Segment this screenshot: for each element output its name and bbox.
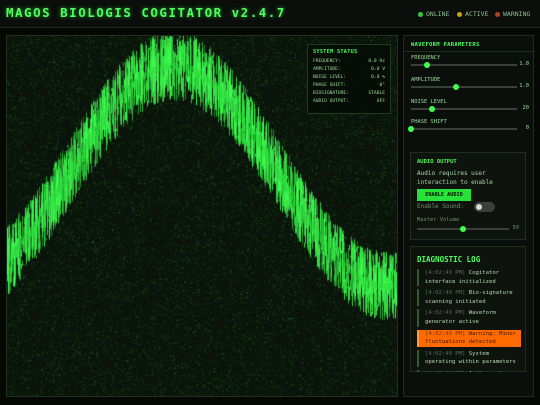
diagnostic-log-title: DIAGNOSTIC LOG [417, 255, 481, 264]
param-phase: PHASE SHIFT 0 [408, 119, 529, 132]
status-value: 0.0 % [371, 74, 385, 80]
system-status-overlay: SYSTEM STATUS FREQUENCY: 0.0 Hz AMPLITUDE… [307, 44, 391, 114]
app-title: MAGOS BIOLOGIS COGITATOR v2.4.7 [6, 5, 286, 20]
log-timestamp: [4:02:49 PM] [425, 330, 466, 337]
log-entry-warning: [4:02:49 PM] Warning: Minor fluctuations… [417, 329, 521, 347]
param-value: 1.0 [519, 61, 529, 67]
param-value: 1.0 [519, 83, 529, 89]
param-label: FREQUENCY [411, 55, 441, 61]
status-label: AMPLITUDE: [313, 66, 341, 72]
enable-sound-toggle[interactable] [474, 202, 495, 212]
status-row-frequency: FREQUENCY: 0.0 Hz [313, 58, 385, 66]
status-online: ONLINE [418, 10, 449, 18]
status-row-amplitude: AMPLITUDE: 0.0 V [313, 66, 385, 74]
warning-dot-icon [495, 11, 500, 17]
status-value: 0° [379, 82, 385, 88]
master-volume-slider[interactable] [417, 226, 509, 232]
status-active: ACTIVE [457, 10, 488, 18]
status-label: BIOSIGNATURE: [313, 90, 349, 96]
log-entry: [4:02:49 PM] Bio-signature scanning init… [417, 289, 521, 307]
log-text: Audio system [469, 371, 509, 372]
log-entry: [4:02:49 PM] System operating within par… [417, 349, 521, 367]
frequency-slider[interactable] [411, 62, 517, 68]
slider-thumb[interactable] [452, 84, 459, 90]
master-volume-label: Master Volume [417, 217, 460, 223]
audio-output-box: AUDIO OUTPUT Audio requires user interac… [410, 152, 526, 240]
enable-sound-label: Enable Sound: [417, 203, 464, 210]
status-value: 0.0 V [371, 66, 385, 72]
param-value: 20 [522, 105, 530, 111]
log-timestamp: [4:02:49 PM] [425, 310, 466, 317]
log-timestamp: [4:02:49 PM] [425, 350, 466, 357]
log-entry: [4:02:49 PM] Cogitator interface initial… [417, 269, 521, 287]
status-value: STABLE [368, 90, 385, 96]
noise-slider[interactable] [411, 106, 517, 112]
status-row-phase: PHASE SHIFT: 0° [313, 82, 385, 90]
param-label: NOISE LEVEL [411, 99, 447, 105]
toggle-knob [476, 204, 482, 210]
active-dot-icon [457, 11, 462, 17]
log-entry: [4:02:49 PM] Waveform generator active [417, 309, 521, 327]
status-row-biosignature: BIOSIGNATURE: STABLE [313, 90, 385, 98]
audio-output-title: AUDIO OUTPUT [417, 159, 457, 165]
phase-slider[interactable] [408, 126, 517, 132]
status-online-label: ONLINE [426, 10, 450, 18]
param-noise: NOISE LEVEL 20 [411, 99, 529, 112]
audio-message: Audio requires user interaction to enabl… [417, 170, 493, 186]
slider-thumb[interactable] [408, 126, 414, 132]
online-dot-icon [418, 11, 423, 17]
param-frequency: FREQUENCY 1.0 [411, 55, 529, 68]
status-value: OFF [376, 98, 385, 104]
log-entry: [4:02:49 PM] Audio system [417, 369, 521, 372]
amplitude-slider[interactable] [411, 84, 517, 90]
status-label: FREQUENCY: [313, 59, 341, 64]
log-timestamp: [4:02:49 PM] [425, 371, 465, 372]
log-list[interactable]: [4:02:49 PM] Cogitator interface initial… [417, 269, 521, 372]
slider-thumb[interactable] [460, 226, 466, 232]
status-warning: WARNING [495, 10, 530, 18]
system-status-title: SYSTEM STATUS [313, 49, 358, 55]
divider [404, 51, 533, 52]
header-bar: MAGOS BIOLOGIS COGITATOR v2.4.7 ONLINE A… [0, 0, 540, 28]
slider-thumb[interactable] [423, 62, 430, 68]
status-warning-label: WARNING [503, 10, 531, 18]
param-amplitude: AMPLITUDE 1.0 [411, 77, 529, 90]
param-value: 0 [525, 125, 529, 131]
status-active-label: ACTIVE [465, 10, 489, 18]
slider-thumb[interactable] [429, 106, 436, 112]
status-row-audio: AUDIO OUTPUT: OFF [313, 98, 385, 106]
waveform-parameters-title: WAVEFORM PARAMETERS [411, 42, 480, 48]
master-volume-value: 50 [512, 225, 520, 231]
log-timestamp: [4:02:49 PM] [425, 290, 466, 297]
waveform-display: SYSTEM STATUS FREQUENCY: 0.0 Hz AMPLITUDE… [6, 35, 398, 397]
enable-audio-button[interactable]: ENABLE AUDIO [417, 189, 471, 201]
status-label: PHASE SHIFT: [313, 82, 347, 88]
param-label: PHASE SHIFT [411, 119, 447, 125]
status-label: AUDIO OUTPUT: [313, 98, 349, 104]
status-value: 0.0 Hz [368, 59, 385, 64]
status-row-noise: NOISE LEVEL: 0.0 % [313, 74, 385, 82]
log-timestamp: [4:02:49 PM] [425, 270, 466, 276]
status-label: NOISE LEVEL: [313, 74, 347, 80]
diagnostic-log-box: DIAGNOSTIC LOG [4:02:49 PM] Cogitator in… [410, 246, 526, 372]
param-label: AMPLITUDE [411, 77, 441, 83]
